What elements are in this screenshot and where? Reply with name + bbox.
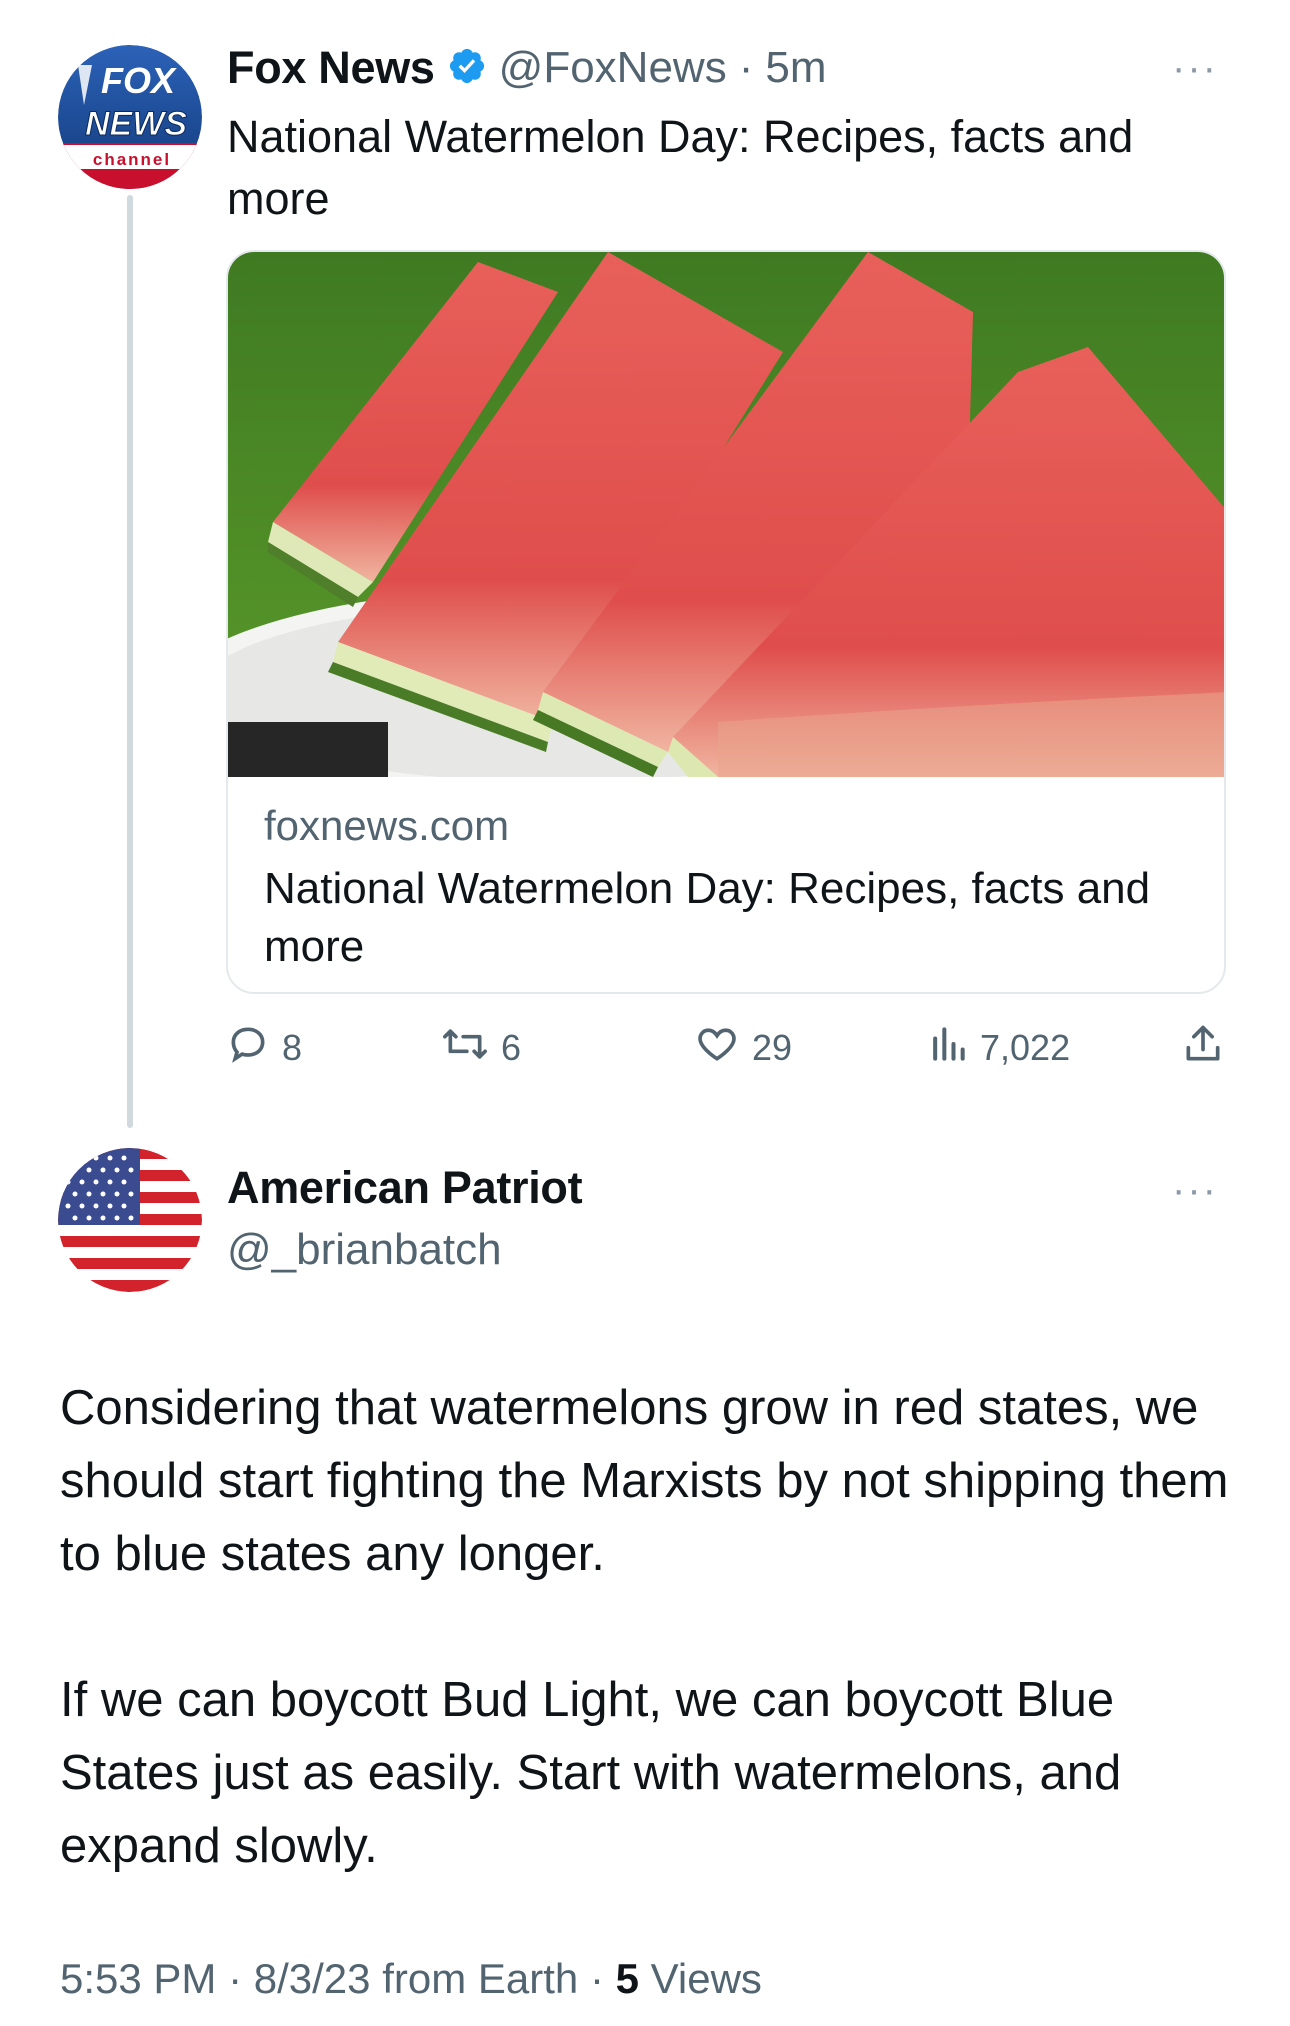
svg-text:channel: channel	[93, 150, 171, 169]
reply-more-options-icon[interactable]: ···	[1172, 1170, 1218, 1210]
reply-author-name[interactable]: American Patriot	[227, 1162, 583, 1214]
reply-author-handle[interactable]: @_brianbatch	[227, 1225, 502, 1275]
timestamp-date[interactable]: 8/3/23	[254, 1955, 371, 2002]
american-flag-avatar[interactable]	[58, 1148, 202, 1292]
like-count: 29	[752, 1027, 793, 1068]
reply-button[interactable]: 8	[226, 1018, 302, 1078]
parent-tweet-text: National Watermelon Day: Recipes, facts …	[227, 111, 1134, 224]
svg-text:FOX: FOX	[101, 60, 177, 101]
author-handle[interactable]: @FoxNews	[499, 43, 727, 93]
share-button[interactable]	[1181, 1018, 1225, 1078]
reply-paragraph: If we can boycott Bud Light, we can boyc…	[60, 1673, 1122, 1873]
repost-icon	[441, 1022, 489, 1075]
repost-button[interactable]: 6	[441, 1018, 521, 1078]
timestamp-time[interactable]: 5:53 PM	[60, 1955, 216, 2002]
reply-tweet-text: Considering that watermelons grow in red…	[60, 1372, 1240, 1956]
card-domain: foxnews.com	[264, 802, 510, 849]
svg-text:NEWS: NEWS	[85, 105, 187, 143]
verified-badge-icon	[447, 46, 487, 91]
thread-line	[127, 195, 133, 1128]
share-icon	[1181, 1022, 1225, 1075]
reply-count: 8	[282, 1027, 303, 1068]
analytics-icon	[928, 1022, 968, 1075]
more-options-icon[interactable]: ···	[1172, 48, 1218, 88]
card-title: National Watermelon Day: Recipes, facts …	[264, 864, 1151, 971]
author-name[interactable]: Fox News	[227, 42, 435, 94]
link-preview-card[interactable]: foxnews.com National Watermelon Day: Rec…	[226, 250, 1226, 994]
separator-dot: ·	[738, 43, 754, 92]
views-label: Views	[650, 1955, 762, 2002]
repost-count: 6	[501, 1027, 522, 1068]
views-count-bold: 5	[615, 1955, 639, 2002]
parent-tweet-header: Fox News @FoxNews · 5m	[227, 38, 827, 98]
fox-news-avatar[interactable]: FOX NEWS channel	[58, 45, 202, 189]
views-count: 7,022	[980, 1027, 1071, 1068]
like-button[interactable]: 29	[694, 1018, 792, 1078]
watermelon-image	[228, 252, 1224, 807]
reply-icon	[226, 1022, 270, 1075]
reply-paragraph: Considering that watermelons grow in red…	[60, 1381, 1229, 1581]
views-button[interactable]: 7,022	[928, 1018, 1070, 1078]
tweet-time[interactable]: 5m	[765, 43, 826, 93]
tweet-source: from Earth	[382, 1955, 579, 2002]
heart-icon	[694, 1022, 740, 1075]
tweet-action-bar: 8 6 29 7,022	[226, 1018, 1226, 1078]
tweet-metadata: 5:53 PM · 8/3/23 from Earth · 5 Views	[60, 1955, 762, 2002]
